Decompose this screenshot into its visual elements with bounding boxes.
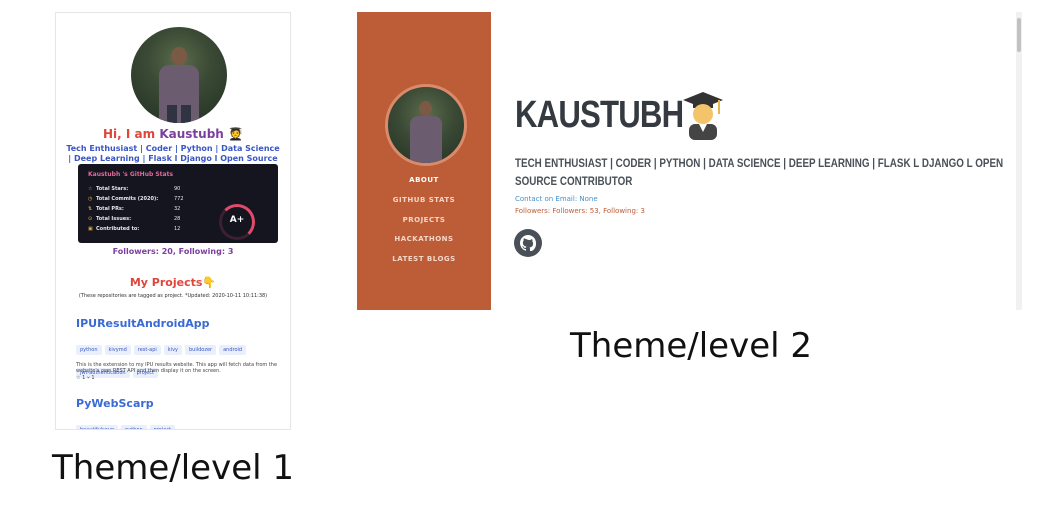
github-button[interactable]	[514, 229, 542, 257]
star-icon: ☆	[88, 186, 93, 192]
followers-count: Followers: 20, Following: 3	[112, 247, 234, 256]
graduate-emoji-icon	[683, 92, 723, 140]
nav-projects[interactable]: PROJECTS	[357, 216, 491, 224]
tag[interactable]: beautifulsoup	[76, 425, 119, 429]
grade-label: A+	[229, 215, 245, 225]
stats-label: Total Commits (2020):	[96, 196, 159, 202]
tag[interactable]: python	[76, 345, 102, 355]
tag[interactable]: android	[219, 345, 247, 355]
stats-value: 28	[174, 216, 181, 222]
tag[interactable]: kivymd	[104, 345, 131, 355]
tag[interactable]: python	[121, 425, 147, 429]
pointing-down-hand-icon: 👇	[202, 276, 217, 289]
stats-row: ▣ Contributed to: 12	[88, 226, 198, 234]
theme1-preview: Hi, I am Kaustubh 🧑‍🎓 Tech Enthusiast | …	[55, 12, 291, 430]
sidebar: ABOUT GITHUB STATS PROJECTS HACKATHONS L…	[357, 12, 491, 310]
caption-theme1: Theme/level 1	[52, 448, 295, 488]
scrollbar[interactable]	[1016, 12, 1022, 310]
stats-row: ☆ Total Stars: 90	[88, 186, 198, 194]
profile-avatar	[131, 27, 227, 123]
page-title: KAUSTUBH	[515, 94, 684, 136]
greeting-prefix: Hi, I am	[103, 127, 160, 141]
stats-label: Total Stars:	[96, 186, 129, 192]
projects-heading: My Projects👇	[56, 276, 290, 289]
pull-request-icon: ⇅	[88, 206, 93, 212]
nav-github-stats[interactable]: GITHUB STATS	[357, 196, 491, 204]
project-link[interactable]: PyWebScarp	[76, 397, 154, 410]
tagline: TECH ENTHUSIAST | CODER | PYTHON | DATA …	[515, 156, 1004, 188]
stats-row: ◷ Total Commits (2020): 772	[88, 196, 198, 204]
greeting: Hi, I am Kaustubh 🧑‍🎓	[56, 127, 290, 141]
tag[interactable]: buildozer	[184, 345, 217, 355]
project-tags: beautifulsoup python project	[76, 416, 276, 429]
nav-about[interactable]: ABOUT	[357, 176, 491, 184]
project-link[interactable]: IPUResultAndroidApp	[76, 317, 210, 330]
contact-email[interactable]: Contact on Email: None	[515, 195, 598, 203]
stats-label: Total Issues:	[96, 216, 132, 222]
stats-value: 772	[174, 196, 184, 202]
projects-note: (These repositories are tagged as projec…	[78, 293, 268, 299]
stats-row: ⊙ Total Issues: 28	[88, 216, 198, 224]
grade-ring: A+	[219, 204, 255, 240]
greeting-name: Kaustubh	[159, 127, 224, 141]
project-description: This is the extension to my IPU results …	[76, 362, 278, 374]
stats-value: 90	[174, 186, 181, 192]
clock-icon: ◷	[88, 196, 93, 202]
stats-value: 12	[174, 226, 181, 232]
tag[interactable]: rest-api	[133, 345, 161, 355]
scrollbar-thumb[interactable]	[1017, 18, 1021, 52]
tag[interactable]: project	[149, 425, 176, 429]
theme2-preview: ABOUT GITHUB STATS PROJECTS HACKATHONS L…	[357, 12, 1022, 310]
nav-hackathons[interactable]: HACKATHONS	[357, 235, 491, 243]
stats-title: Kaustubh 's GitHub Stats	[88, 171, 174, 178]
stats-label: Total PRs:	[96, 206, 124, 212]
github-stats-card: Kaustubh 's GitHub Stats ☆ Total Stars: 90…	[78, 164, 278, 243]
projects-heading-text: My Projects	[129, 276, 203, 289]
stats-value: 32	[174, 206, 181, 212]
followers-count: Followers: Followers: 53, Following: 3	[515, 207, 645, 215]
student-emoji-icon: 🧑‍🎓	[228, 127, 243, 141]
nav-latest-blogs[interactable]: LATEST BLOGS	[357, 255, 491, 263]
caption-theme2: Theme/level 2	[570, 326, 813, 366]
project-meta: ☆ 1 ⑂ 1	[76, 375, 95, 381]
issue-icon: ⊙	[88, 216, 93, 222]
repo-icon: ▣	[88, 226, 93, 232]
tag[interactable]: kivy	[163, 345, 182, 355]
stats-row: ⇅ Total PRs: 32	[88, 206, 198, 214]
stats-label: Contributed to:	[96, 226, 140, 232]
profile-avatar	[385, 84, 467, 166]
github-icon	[520, 235, 536, 251]
